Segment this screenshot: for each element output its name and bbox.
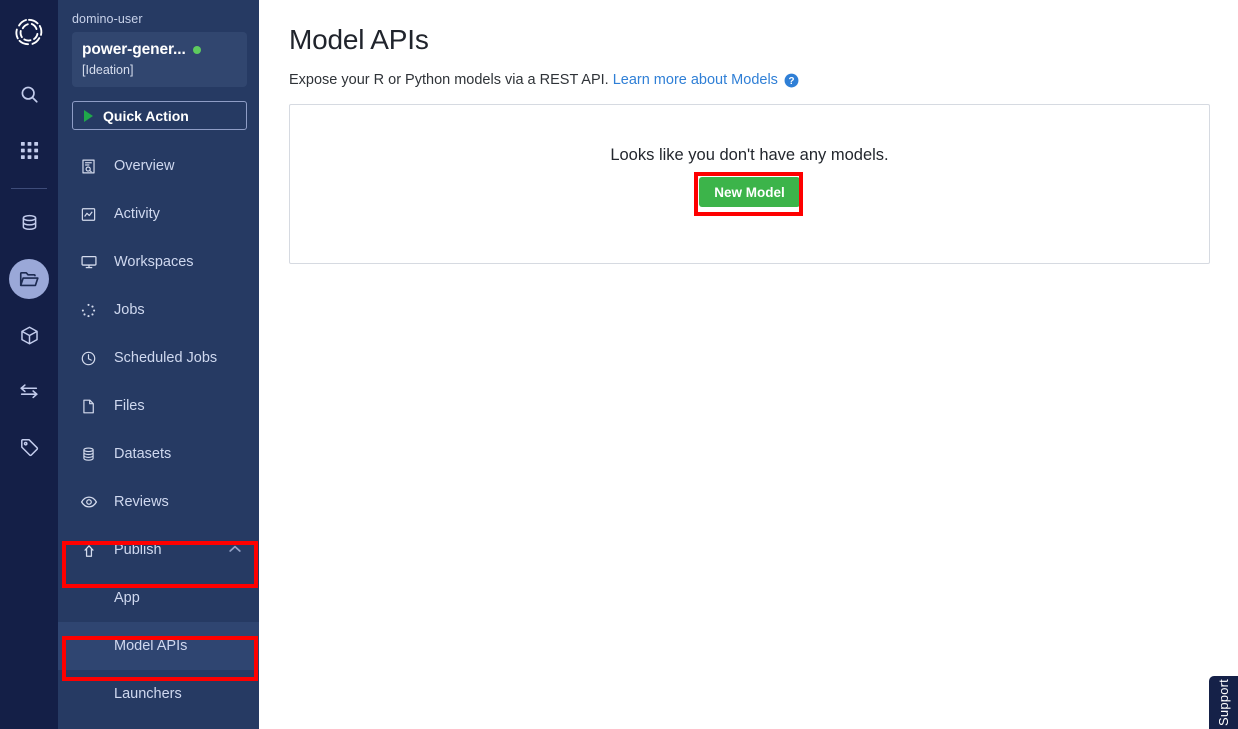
- spinner-dots-icon: [80, 302, 102, 319]
- folder-projects-icon[interactable]: [9, 259, 49, 299]
- project-name-row: power-gener...: [82, 41, 237, 59]
- icon-rail: [0, 0, 58, 729]
- domino-aperture-logo-icon: [9, 12, 49, 52]
- sidebar-item-label: Publish: [114, 542, 162, 558]
- sidebar-item-jobs[interactable]: Jobs: [58, 286, 259, 334]
- project-name: power-gener...: [82, 41, 186, 58]
- activity-chart-icon: [80, 206, 102, 223]
- learn-more-link[interactable]: Learn more about Models: [613, 72, 778, 88]
- new-model-button[interactable]: New Model: [699, 177, 800, 207]
- sidebar-item-label: Workspaces: [114, 254, 194, 270]
- sidebar-item-launchers[interactable]: Launchers: [58, 670, 259, 718]
- sidebar-item-label: Datasets: [114, 446, 172, 462]
- play-triangle-icon: [84, 109, 93, 122]
- sidebar-item-workspaces[interactable]: Workspaces: [58, 238, 259, 286]
- sidebar-item-label: Activity: [114, 206, 160, 222]
- models-empty-card: Looks like you don't have any models. Ne…: [289, 104, 1210, 264]
- project-card[interactable]: power-gener... [Ideation]: [72, 32, 247, 87]
- sidebar-item-publish[interactable]: Publish: [58, 526, 259, 574]
- project-stage: [Ideation]: [82, 63, 134, 77]
- project-status-dot-icon: [192, 46, 201, 54]
- page-title: Model APIs: [289, 24, 429, 55]
- eye-icon: [80, 493, 102, 511]
- sidebar-item-label: Files: [114, 398, 145, 414]
- publish-upload-icon: [80, 541, 102, 559]
- sidebar-item-activity[interactable]: Activity: [58, 190, 259, 238]
- sidebar-item-scheduled-jobs[interactable]: Scheduled Jobs: [58, 334, 259, 382]
- rail-divider: [11, 188, 47, 189]
- support-tab[interactable]: Support: [1209, 676, 1238, 729]
- sidebar-item-model-apis[interactable]: Model APIs: [58, 622, 259, 670]
- main-content: Model APIs Expose your R or Python model…: [259, 0, 1238, 729]
- project-sidebar: domino-user power-gener... [Ideation] Qu…: [58, 0, 259, 729]
- transfer-arrows-icon[interactable]: [9, 371, 49, 411]
- sidebar-item-label: Reviews: [114, 494, 169, 510]
- support-tab-label: Support: [1216, 679, 1231, 726]
- clock-icon: [80, 350, 102, 367]
- sidebar-item-reviews[interactable]: Reviews: [58, 478, 259, 526]
- tag-icon[interactable]: [9, 427, 49, 467]
- sidebar-item-datasets[interactable]: Datasets: [58, 430, 259, 478]
- sidebar-nav: Overview Activity Workspaces Jobs Schedu…: [58, 142, 259, 718]
- sidebar-item-label: Scheduled Jobs: [114, 350, 218, 366]
- sidebar-item-label: Model APIs: [114, 638, 188, 654]
- cube-environments-icon[interactable]: [9, 315, 49, 355]
- app-root: domino-user power-gener... [Ideation] Qu…: [0, 0, 1238, 729]
- chevron-up-icon[interactable]: [229, 545, 241, 556]
- search-icon[interactable]: [9, 74, 49, 114]
- sidebar-item-overview[interactable]: Overview: [58, 142, 259, 190]
- page-subtitle: Expose your R or Python models via a RES…: [289, 72, 1210, 88]
- database-icon[interactable]: [9, 203, 49, 243]
- sidebar-item-files[interactable]: Files: [58, 382, 259, 430]
- sidebar-item-label: App: [114, 590, 140, 606]
- question-circle-icon[interactable]: ?: [784, 73, 799, 88]
- sidebar-item-label: Launchers: [114, 686, 182, 702]
- owner-label: domino-user: [72, 12, 143, 26]
- monitor-icon: [80, 253, 102, 271]
- file-icon: [80, 398, 102, 415]
- quick-action-label: Quick Action: [103, 107, 189, 124]
- grid-apps-icon[interactable]: [9, 130, 49, 170]
- sidebar-item-label: Overview: [114, 158, 175, 174]
- sidebar-item-label: Jobs: [114, 302, 145, 318]
- empty-state-message: Looks like you don't have any models.: [610, 146, 889, 164]
- subtitle-text: Expose your R or Python models via a RES…: [289, 72, 609, 88]
- datasets-stack-icon: [80, 446, 102, 463]
- overview-document-icon: [80, 158, 102, 175]
- sidebar-item-app[interactable]: App: [58, 574, 259, 622]
- quick-action-button[interactable]: Quick Action: [72, 101, 247, 130]
- svg-text:?: ?: [788, 75, 794, 86]
